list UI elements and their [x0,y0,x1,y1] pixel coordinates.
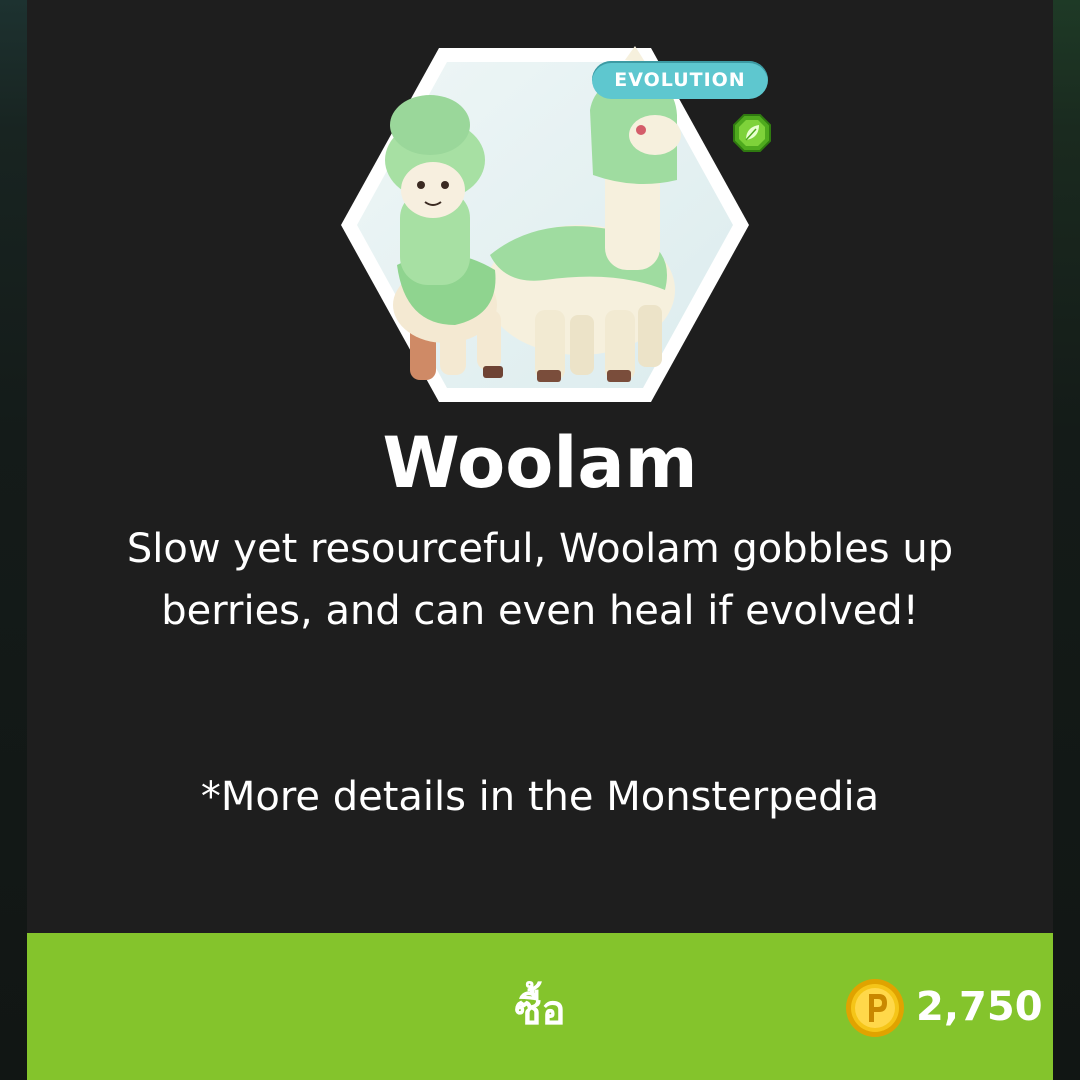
price-label: 2,750 [916,984,1043,1030]
p-coin-icon [845,978,905,1038]
evolution-badge: EVOLUTION [592,61,768,99]
monster-detail-card: EVOLUTION Woolam Slow yet resourceful, W… [27,0,1053,1080]
monsterpedia-note: *More details in the Monsterpedia [200,774,880,820]
monster-name: Woolam [382,422,698,504]
monster-description: Slow yet resourceful, Woolam gobbles up … [126,526,954,634]
background-left-edge [0,0,27,1080]
background-right-edge [1053,0,1080,1080]
leaf-gem-icon [732,113,772,153]
buy-button[interactable]: ซื้อ 2,750 [27,933,1053,1080]
